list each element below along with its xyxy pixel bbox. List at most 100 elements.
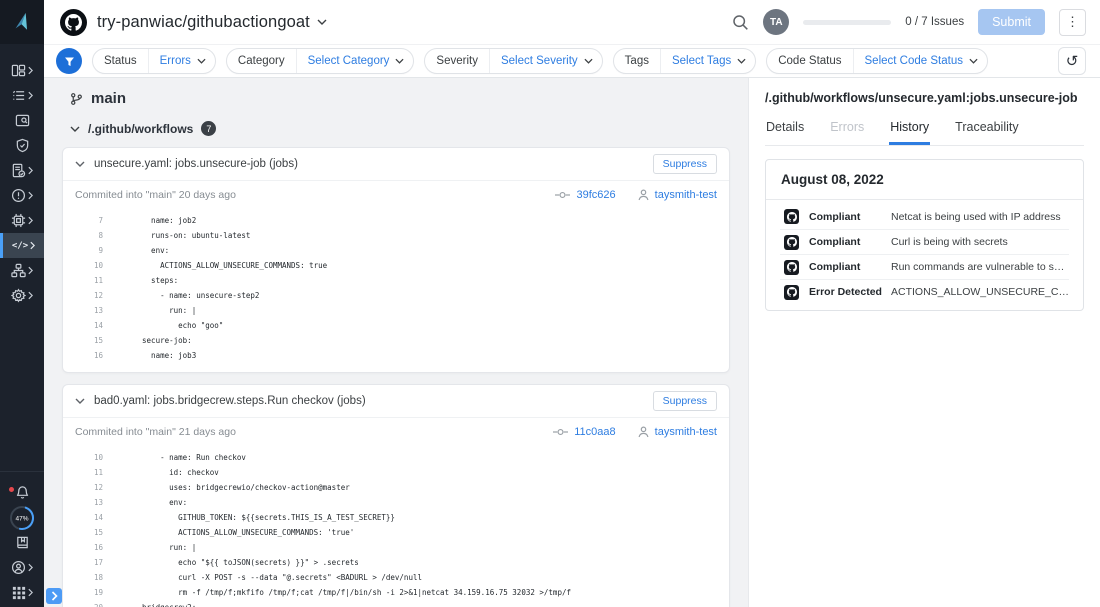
- line-number: 14: [63, 321, 103, 330]
- findings-column: main /.github/workflows 7 unsecure.yaml:…: [44, 78, 748, 607]
- folder-group-toggle[interactable]: /.github/workflows 7: [70, 121, 730, 136]
- code-line: 11 steps:: [63, 273, 729, 288]
- filter-severity-dropdown[interactable]: Select Severity: [489, 49, 602, 73]
- chevron-down-icon: [70, 126, 80, 132]
- author-link[interactable]: taysmith-test: [655, 426, 717, 438]
- github-repo-avatar: [60, 9, 87, 36]
- code-line: 13 run: |: [63, 303, 729, 318]
- apps-button[interactable]: [0, 580, 44, 605]
- card-header: unsecure.yaml: jobs.unsecure-job (jobs) …: [63, 148, 729, 180]
- finding-card-unsecure-yaml: unsecure.yaml: jobs.unsecure-job (jobs) …: [62, 147, 730, 373]
- line-number: 15: [63, 336, 103, 345]
- filter-status-dropdown[interactable]: Errors: [148, 49, 215, 73]
- repo-selector[interactable]: try-panwiac/githubactiongoat: [97, 13, 327, 32]
- history-row[interactable]: Compliant Run commands are vulnerable to…: [780, 254, 1069, 279]
- projects-search-icon: [15, 113, 30, 128]
- panel-title: /.github/workflows/unsecure.yaml:jobs.un…: [765, 91, 1084, 105]
- code-line: 15 secure-job:: [63, 333, 729, 348]
- code-line: 18 curl -X POST -s --data "@.secrets" <B…: [63, 570, 729, 585]
- filter-code-status-dropdown[interactable]: Select Code Status: [853, 49, 987, 73]
- filter-category-dropdown[interactable]: Select Category: [296, 49, 414, 73]
- filter-button[interactable]: [56, 48, 82, 74]
- line-number: 19: [63, 588, 103, 597]
- line-content: steps:: [133, 276, 178, 285]
- filter-tags-dropdown[interactable]: Select Tags: [660, 49, 755, 73]
- submit-button[interactable]: Submit: [978, 9, 1045, 35]
- filter-pill-severity: Severity Select Severity: [424, 48, 602, 74]
- account-button[interactable]: [0, 555, 44, 580]
- author-link[interactable]: taysmith-test: [655, 189, 717, 201]
- card-meta: Commited into "main" 21 days ago 11c0aa8…: [63, 417, 729, 445]
- history-row[interactable]: Compliant Netcat is being used with IP a…: [780, 204, 1069, 229]
- commit-hash-link[interactable]: 39fc626: [576, 189, 615, 201]
- notifications-button[interactable]: [0, 480, 44, 505]
- shield-check-icon: [15, 138, 30, 153]
- line-content: env:: [133, 498, 187, 507]
- code-block: 7 name: job2 8 runs-on: ubuntu-latest 9 …: [63, 208, 729, 372]
- suppress-button[interactable]: Suppress: [653, 391, 717, 411]
- github-source-icon: [784, 235, 799, 250]
- line-number: 13: [63, 498, 103, 507]
- account-icon: [11, 560, 26, 575]
- code-line: 7 name: job2: [63, 213, 729, 228]
- suppress-button[interactable]: Suppress: [653, 154, 717, 174]
- line-number: 12: [63, 291, 103, 300]
- code-line: 16 run: |: [63, 540, 729, 555]
- apps-grid-icon: [12, 586, 26, 600]
- sidebar-item-projects[interactable]: [0, 108, 44, 133]
- sidebar-item-dashboard[interactable]: [0, 58, 44, 83]
- chevron-right-icon: [51, 591, 58, 601]
- line-number: 17: [63, 558, 103, 567]
- funnel-icon: [63, 55, 76, 68]
- committed-text: Commited into "main" 20 days ago: [75, 189, 236, 201]
- chevron-right-icon: [28, 588, 33, 597]
- tab-traceability[interactable]: Traceability: [954, 120, 1019, 145]
- filter-label: Tags: [614, 55, 660, 67]
- line-content: id: checkov: [133, 468, 219, 477]
- github-icon: [65, 14, 82, 31]
- dashboard-icon: [11, 63, 26, 78]
- sidebar-item-checklist[interactable]: [0, 83, 44, 108]
- reset-filters-button[interactable]: ↺: [1058, 47, 1086, 75]
- sidebar-item-incidents[interactable]: [0, 183, 44, 208]
- sidebar-item-supply-chain[interactable]: [0, 133, 44, 158]
- sidebar-expand-button[interactable]: [46, 588, 62, 604]
- progress-ring-icon: 47%: [9, 505, 35, 531]
- search-button[interactable]: [732, 14, 749, 31]
- collapse-chevron-icon[interactable]: [75, 161, 85, 167]
- tab-details[interactable]: Details: [765, 120, 805, 145]
- line-content: run: |: [133, 543, 196, 552]
- author-icon: [638, 189, 649, 201]
- sidebar-item-settings[interactable]: [0, 283, 44, 308]
- sidebar-item-integrations[interactable]: [0, 258, 44, 283]
- history-row[interactable]: Compliant Curl is being with secrets: [780, 229, 1069, 254]
- chevron-right-icon: [28, 66, 33, 75]
- more-options-button[interactable]: ⋮: [1059, 9, 1086, 36]
- line-number: 18: [63, 573, 103, 582]
- collapse-chevron-icon[interactable]: [75, 398, 85, 404]
- tab-errors[interactable]: Errors: [829, 120, 865, 145]
- folder-path: /.github/workflows: [88, 122, 193, 136]
- history-row[interactable]: Error Detected ACTIONS_ALLOW_UNSECURE_CO…: [780, 279, 1069, 304]
- line-content: echo "goo": [133, 321, 223, 330]
- sidebar-item-code-security[interactable]: </>: [0, 233, 44, 258]
- integrations-network-icon: [11, 263, 26, 278]
- svg-text:47%: 47%: [15, 515, 28, 522]
- filter-label: Status: [93, 55, 148, 67]
- docs-button[interactable]: [0, 530, 44, 555]
- line-content: - name: unsecure-step2: [133, 291, 259, 300]
- line-content: env:: [133, 246, 169, 255]
- brand-logo[interactable]: [0, 0, 44, 44]
- finding-count-badge: 7: [201, 121, 216, 136]
- history-description: Curl is being with secrets: [891, 236, 1008, 248]
- tab-history[interactable]: History: [889, 120, 930, 145]
- sidebar-item-compliance[interactable]: [0, 158, 44, 183]
- filter-value: Errors: [160, 55, 191, 67]
- chevron-right-icon: [28, 91, 33, 100]
- code-line: 10 ACTIONS_ALLOW_UNSECURE_COMMANDS: true: [63, 258, 729, 273]
- user-avatar[interactable]: TA: [763, 9, 789, 35]
- commit-hash-link[interactable]: 11c0aa8: [574, 426, 615, 438]
- sidebar-item-resources[interactable]: [0, 208, 44, 233]
- chevron-down-icon: [317, 19, 327, 25]
- code-line: 13 env:: [63, 495, 729, 510]
